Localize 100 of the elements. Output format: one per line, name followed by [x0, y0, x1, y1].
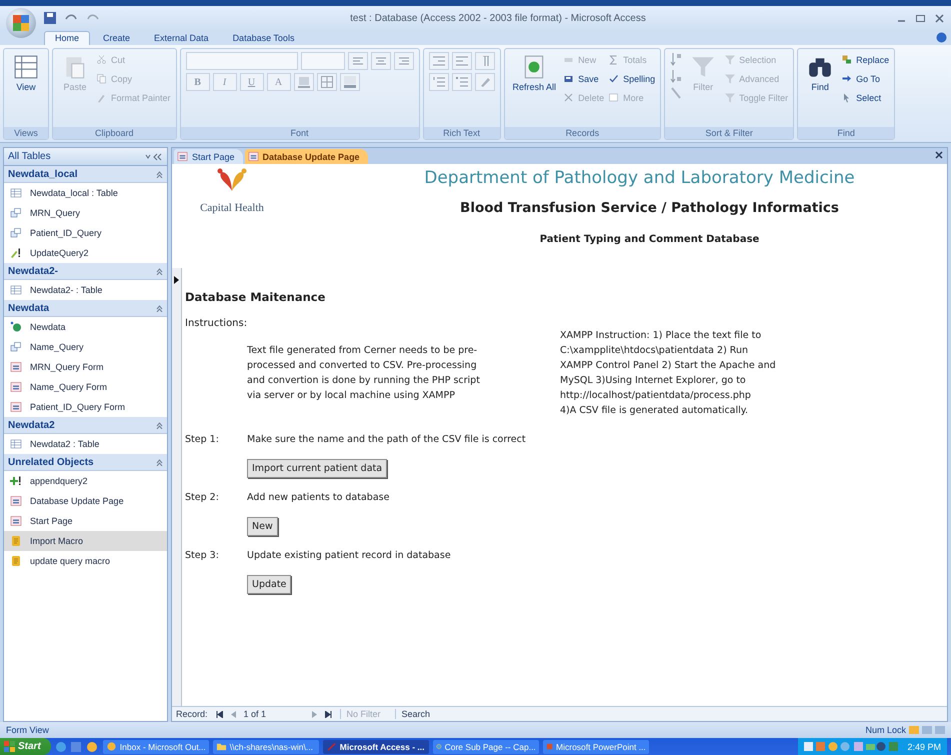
ribbon-button[interactable]: Find [803, 52, 838, 94]
decrease-indent-button[interactable] [428, 52, 449, 70]
ribbon-tab[interactable]: Database Tools [222, 31, 306, 45]
highlighter-icon [478, 77, 491, 87]
increase-indent-button[interactable] [452, 52, 472, 70]
bullets-button[interactable] [452, 73, 472, 91]
record-position[interactable]: 1 of 1 [244, 709, 304, 719]
step-button[interactable]: New [247, 517, 278, 536]
numbered-list-icon [432, 77, 445, 87]
query-icon [10, 341, 22, 353]
grid-icon [320, 76, 333, 88]
group-header[interactable]: Newdata2 [4, 417, 167, 434]
sort-ascending-icon[interactable] [670, 52, 682, 66]
sort-descending-icon[interactable] [670, 69, 682, 83]
maximize-icon[interactable] [915, 12, 926, 24]
align-center-icon [376, 56, 386, 66]
numbering-button[interactable] [428, 73, 449, 91]
line-color-icon [344, 76, 356, 88]
navigation-item[interactable]: Patient_ID_Query [4, 223, 167, 243]
navigation-item[interactable]: Name_Query [4, 337, 167, 357]
funnel-icon [724, 54, 736, 66]
navigation-item[interactable]: Database Update Page [4, 491, 167, 511]
previous-record-icon[interactable] [230, 710, 236, 718]
funnel-icon [724, 92, 736, 104]
step-button[interactable]: Import current patient data [247, 459, 388, 478]
last-record-icon[interactable] [324, 710, 332, 718]
view-switcher-icon[interactable] [909, 725, 945, 735]
ribbon-button[interactable]: Refresh All [510, 52, 560, 94]
navigation-item[interactable]: Name_Query Form [4, 377, 167, 397]
navigation-item[interactable]: Import Macro [4, 531, 167, 551]
highlight-button[interactable] [474, 73, 495, 91]
navigation-item[interactable]: Newdata_local : Table [4, 183, 167, 203]
clear-sort-icon[interactable] [670, 86, 682, 100]
navigation-item[interactable]: UpdateQuery2 [4, 243, 167, 263]
query-icon [10, 207, 22, 219]
navigation-item[interactable]: update query macro [4, 551, 167, 571]
align-left-button[interactable] [348, 52, 368, 70]
ribbon-button[interactable]: Select [841, 90, 890, 106]
group-header[interactable]: Unrelated Objects [4, 454, 167, 471]
navigation-item[interactable]: Newdata2 : Table [4, 434, 167, 454]
plus-icon [10, 475, 22, 487]
ribbon-tab[interactable]: Create [92, 31, 142, 45]
ribbon-button[interactable]: View [9, 52, 43, 94]
ribbon-button[interactable]: Save [563, 71, 604, 87]
group-header[interactable]: Newdata [4, 300, 167, 317]
navigation-item[interactable]: Patient_ID_Query Form [4, 397, 167, 417]
ribbon-tab[interactable]: Home [44, 31, 90, 45]
align-right-icon [398, 56, 409, 66]
taskbar-button[interactable]: Inbox - Microsoft Out... [102, 740, 209, 754]
ribbon-button[interactable]: Replace [841, 52, 890, 68]
group-header[interactable]: Newdata2- [4, 263, 167, 280]
close-icon[interactable] [935, 150, 943, 158]
chevron-up-icon [156, 304, 163, 312]
ribbon-button[interactable]: Spelling [608, 71, 656, 87]
gridlines-button[interactable] [316, 73, 337, 91]
pane-title[interactable]: All Tables [8, 151, 51, 162]
navigation-item[interactable]: MRN_Query [4, 203, 167, 223]
step-text: Add new patients to database [247, 492, 390, 503]
next-record-icon[interactable] [312, 710, 317, 718]
group-header[interactable]: Newdata_local [4, 166, 167, 183]
save-icon[interactable] [44, 12, 56, 24]
more-icon [608, 92, 620, 104]
button-label: View [16, 82, 36, 92]
navigation-item[interactable]: Newdata2- : Table [4, 280, 167, 300]
macro-icon [10, 535, 22, 547]
taskbar-button[interactable]: Core Sub Page -- Cap... [432, 740, 539, 754]
step-button[interactable]: Update [247, 575, 292, 594]
start-button[interactable]: Start [0, 738, 51, 755]
text-direction-button[interactable] [474, 52, 495, 70]
help-icon[interactable] [936, 32, 947, 43]
navigation-item[interactable]: appendquery2 [4, 471, 167, 491]
query-icon [10, 227, 22, 239]
taskbar-button[interactable]: \\ch-shares\nas-win\... [212, 740, 319, 754]
record-selector-icon [174, 276, 179, 284]
taskbar-button[interactable]: Microsoft PowerPoint ... [542, 740, 649, 754]
quick-launch-drawing[interactable] [54, 740, 99, 752]
form-icon [177, 151, 188, 162]
document-tab[interactable]: Start Page [174, 149, 243, 164]
font-name-field[interactable] [186, 52, 298, 70]
font-size-field[interactable] [300, 52, 345, 70]
first-record-icon[interactable] [216, 710, 223, 718]
indent-icon [456, 56, 468, 66]
office-button[interactable] [6, 8, 36, 38]
search-field[interactable]: Search [394, 709, 436, 719]
ribbon-button[interactable]: Go To [841, 71, 890, 87]
group-title: Unrelated Objects [8, 456, 94, 468]
collapse-icon[interactable] [145, 152, 163, 160]
group-label: Sort & Filter [665, 127, 794, 139]
align-center-button[interactable] [370, 52, 391, 70]
group-label: Records [504, 127, 660, 139]
fill-color-button[interactable] [294, 73, 314, 91]
close-icon[interactable] [934, 12, 945, 24]
ribbon-tab[interactable]: External Data [143, 31, 220, 45]
document-tab[interactable]: Database Update Page [244, 149, 368, 164]
taskbar-button[interactable]: Microsoft Access - ... [322, 740, 429, 754]
line-color-button[interactable] [340, 73, 360, 91]
align-right-button[interactable] [394, 52, 414, 70]
navigation-item[interactable]: MRN_Query Form [4, 357, 167, 377]
navigation-item[interactable]: Newdata [4, 317, 167, 337]
navigation-item[interactable]: Start Page [4, 511, 167, 531]
